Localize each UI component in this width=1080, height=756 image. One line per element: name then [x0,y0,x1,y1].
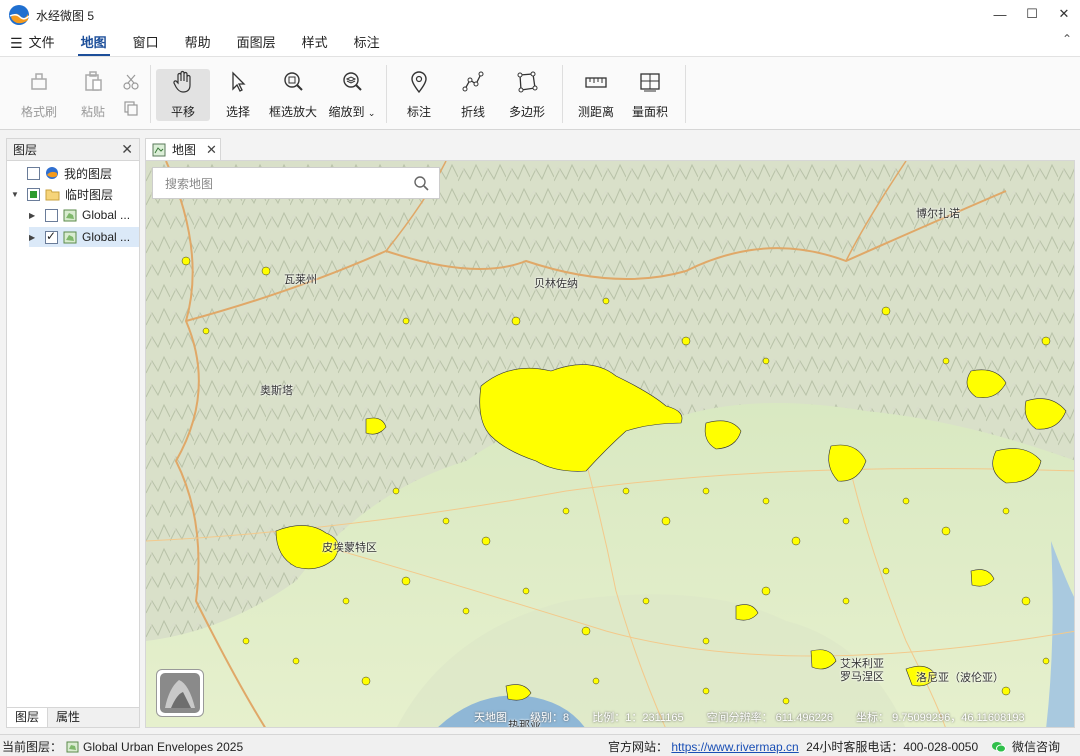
current-layer-value: Global Urban Envelopes 2025 [83,739,244,754]
measure-area-button[interactable]: 量面积 [623,69,677,121]
polygon-icon [517,71,538,93]
close-icon[interactable]: ✕ [121,141,133,158]
panel-tabs: 图层 属性 [7,707,139,727]
expand-arrow-icon[interactable]: ▶ [29,211,41,220]
area-ruler-icon [640,73,660,92]
layers-panel: 图层 ✕ 我的图层 ▼ 临时图层 ▶ Global ... ▶ Global .… [6,138,140,728]
copy-icon[interactable] [122,99,140,117]
zoom-to-button[interactable]: 缩放到 ⌄ [322,69,382,121]
place-label: 皮埃蒙特区 [322,542,377,554]
zoom-box-icon [284,72,303,91]
menu-bar: ☰ 文件 地图 窗口 帮助 面图层 样式 标注 [0,30,1080,56]
expand-arrow-icon[interactable]: ▶ [29,233,41,242]
close-window-button[interactable]: ✕ [1048,0,1080,28]
polyline-icon [462,71,484,92]
format-brush-icon [31,73,47,90]
menu-label[interactable]: 标注 [341,30,393,56]
status-bar: 当前图层： Global Urban Envelopes 2025 官方网站： … [0,734,1080,756]
hamburger-icon[interactable]: ☰ [10,35,23,52]
polygon-layer-icon [63,231,77,243]
current-layer-label: 当前图层： [2,740,63,754]
map-search-input[interactable]: 搜索地图 [152,167,440,199]
ruler-icon [585,77,607,88]
folder-icon [45,189,60,200]
expand-arrow-icon[interactable]: ▼ [11,190,23,199]
layer-item-global-2[interactable]: ▶ Global ... [29,227,139,247]
menu-map[interactable]: 地图 [68,30,120,56]
layer-checkbox[interactable] [27,166,40,180]
search-icon[interactable] [413,175,429,191]
layer-item-temp-layers[interactable]: ▼ 临时图层 [11,184,113,204]
polygon-button[interactable]: 多边形 [500,69,554,121]
menu-polygon-layer[interactable]: 面图层 [224,30,289,56]
title-bar: 水经微图 5 — ☐ ✕ [0,0,1080,30]
cursor-icon [232,71,246,92]
polyline-button[interactable]: 折线 [446,69,500,121]
layers-panel-header: 图层 ✕ [7,139,139,161]
polygon-layer-icon [66,741,79,752]
layer-item-my-layers[interactable]: 我的图层 [27,163,112,183]
paste-button[interactable]: 粘贴 [66,69,120,121]
place-label: 罗马涅区 [840,671,884,683]
polygon-layer-icon [63,209,77,221]
website-link[interactable]: https://www.rivermap.cn [671,740,798,754]
place-label: 瓦莱州 [284,274,317,286]
tab-map[interactable]: 地图 ✕ [145,138,221,160]
marker-button[interactable]: 标注 [392,69,446,121]
map-doc-icon [152,143,166,156]
menu-window[interactable]: 窗口 [120,30,172,56]
hand-icon [173,70,191,93]
zoom-box-button[interactable]: 框选放大 [266,69,320,121]
close-icon[interactable]: ✕ [206,142,217,158]
minimize-button[interactable]: — [984,0,1016,28]
layer-checkbox[interactable] [27,187,40,201]
zoom-layers-icon [343,72,362,91]
cut-icon[interactable] [122,73,140,91]
maximize-button[interactable]: ☐ [1016,0,1048,28]
place-label: 贝林佐纳 [534,278,578,290]
app-title: 水经微图 5 [36,8,95,23]
tab-layers[interactable]: 图层 [7,708,49,727]
menu-style[interactable]: 样式 [289,30,341,56]
map-status-bar: 天地图 级别：8 比例：1：2311165 空间分辨率： 611.496226 … [474,712,1025,724]
format-brush-button[interactable]: 格式刷 [12,69,66,121]
ribbon-toolbar: 格式刷 粘贴 平移 选择 框选放大 缩放到 ⌄ 标注 折线 多边形 测距离 量面… [0,56,1080,130]
layer-checkbox[interactable] [45,208,58,222]
map-pin-icon [411,71,427,94]
layer-item-global-1[interactable]: ▶ Global ... [29,205,130,225]
basemap-switch-button[interactable] [156,669,204,717]
menu-help[interactable]: 帮助 [172,30,224,56]
layer-checkbox[interactable] [45,229,58,244]
pan-button[interactable]: 平移 [156,69,210,121]
wechat-consult-button[interactable]: 微信咨询 [991,738,1060,755]
hotline-text: 24小时客服电话：400-028-0050 [806,740,979,754]
collapse-ribbon-icon[interactable]: ⌃ [1062,32,1072,46]
globe-icon [46,167,58,179]
terrain-thumbnail-icon [160,673,200,713]
select-button[interactable]: 选择 [211,69,265,121]
app-logo-icon [9,5,30,25]
place-label: 洛尼亚（波伦亚） [916,672,1004,684]
wechat-icon [991,741,1006,752]
place-label: 博尔扎诺 [916,208,960,220]
paste-icon [85,71,102,91]
measure-distance-button[interactable]: 测距离 [569,69,623,121]
map-view[interactable]: 搜索地图 博尔扎诺 瓦莱州 贝林佐纳 奥斯塔 皮埃蒙特区 艾米利亚 罗马涅区 热… [145,160,1075,728]
place-label: 奥斯塔 [260,385,293,397]
map-canvas [146,161,1074,727]
menu-file[interactable]: 文件 [23,30,68,56]
tab-properties[interactable]: 属性 [48,708,88,727]
chevron-down-icon: ⌄ [367,108,376,118]
